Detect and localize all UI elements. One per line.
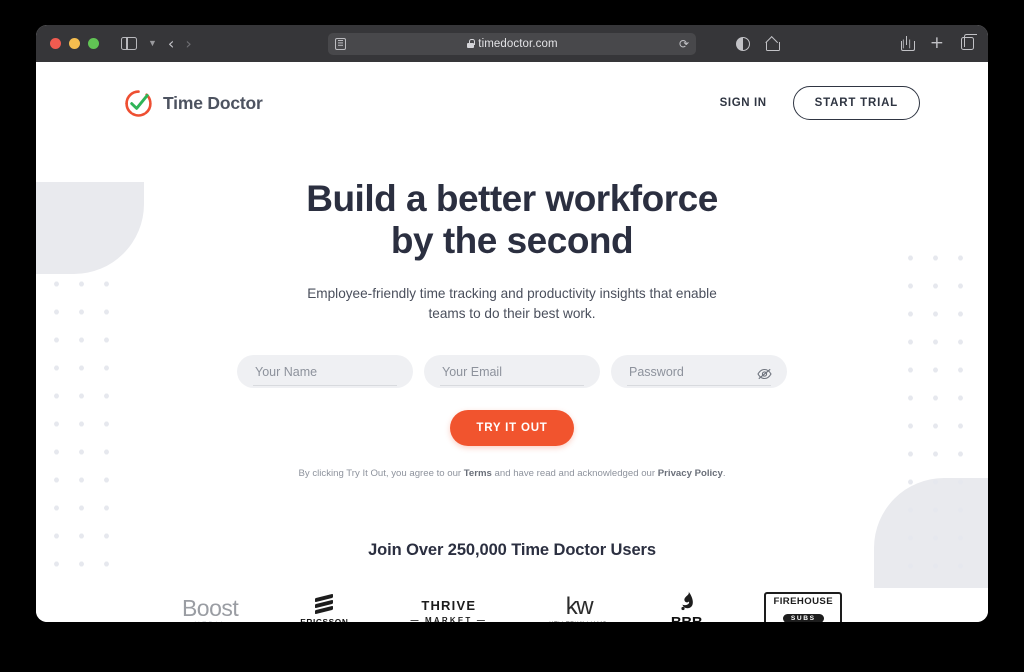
sidebar-toggle-icon[interactable] [121,36,137,51]
firehouse-badge: FIREHOUSE SUBS [764,592,843,622]
toolbar-right-actions: + [900,34,978,52]
password-field-wrapper [611,355,787,389]
page-title: Build a better workforce by the second [36,178,988,262]
social-proof-section: Join Over 250,000 Time Doctor Users Boos… [36,541,988,622]
name-input[interactable] [237,355,413,389]
address-bar[interactable]: timedoctor.com ⟳ [328,32,696,55]
new-tab-icon[interactable]: + [930,35,944,52]
bbb-wordmark: BBB [671,614,703,622]
headline-line-2: by the second [390,219,634,261]
firehouse-subtext: SUBS [782,614,824,622]
contrast-icon[interactable] [736,36,750,51]
boost-wordmark: Boost [181,594,239,621]
client-logo-ericsson: ERICSSON [300,588,348,622]
ericsson-wordmark: ERICSSON [300,616,349,622]
site-logo[interactable]: Time Doctor [124,89,263,118]
page-content: Time Doctor SIGN IN START TRIAL Build a … [36,62,988,622]
thrive-subtext: — MARKET — [410,615,488,622]
reader-view-icon[interactable] [335,37,346,50]
browser-window: ▼ ‹ › timedoctor.com ⟳ + Time Doctor SIG… [36,25,988,622]
back-button-icon[interactable]: ‹ [168,35,174,52]
client-logo-boost-media: Boost MEDIA [181,588,239,622]
toolbar-extras [736,36,780,51]
hero-section: Build a better workforce by the second E… [36,120,988,479]
header-actions: SIGN IN START TRIAL [720,86,920,120]
email-field-wrapper [424,355,600,389]
disclaimer-part-2: and have read and acknowledged our [491,468,658,480]
time-doctor-logo-icon [124,89,153,118]
bbb-torch-icon [678,591,695,613]
client-logo-bbb: BBB [671,588,703,622]
name-field-wrapper [237,355,413,389]
hero-subheading: Employee-friendly time tracking and prod… [36,284,988,325]
cta-wrapper: TRY IT OUT [36,410,988,447]
maximize-window-button[interactable] [88,38,99,49]
disclaimer-part-3: . [722,468,726,480]
kw-subtext-bold: KELLER [549,621,575,622]
window-controls [50,38,99,49]
site-logo-text: Time Doctor [163,92,263,113]
chevron-down-icon[interactable]: ▼ [148,39,157,48]
browser-toolbar: ▼ ‹ › timedoctor.com ⟳ + [36,25,988,62]
lock-icon [467,39,475,48]
subhead-line-1: Employee-friendly time tracking and prod… [307,285,717,301]
forward-button-icon[interactable]: › [185,35,191,52]
privacy-policy-link[interactable]: Privacy Policy [658,468,723,479]
client-logo-thrive-market: THRIVE — MARKET — [410,588,487,622]
minimize-window-button[interactable] [69,38,80,49]
home-icon[interactable] [765,37,780,51]
client-logo-keller-williams: kw KELLERWILLIAMS. [549,588,609,622]
kw-wordmark: kw [565,592,594,620]
sign-in-link[interactable]: SIGN IN [720,97,767,109]
kw-subtext: KELLERWILLIAMS. [549,621,609,622]
site-header: Time Doctor SIGN IN START TRIAL [36,62,988,120]
url-text: timedoctor.com [478,37,558,50]
thrive-wordmark: THRIVE [421,597,477,613]
firehouse-wordmark: FIREHOUSE [773,596,834,608]
subhead-line-2: teams to do their best work. [428,305,596,321]
signup-form [36,355,988,389]
social-proof-title: Join Over 250,000 Time Doctor Users [368,541,656,560]
close-window-button[interactable] [50,38,61,49]
client-logo-firehouse-subs: FIREHOUSE SUBS [764,588,843,622]
signup-disclaimer: By clicking Try It Out, you agree to our… [36,468,988,479]
navigation-controls: ▼ ‹ › [121,35,192,52]
client-logos-row: Boost MEDIA ERICSSON THRIVE — MARKET — k… [36,588,988,622]
kw-subtext-light: WILLIAMS. [575,621,609,622]
disclaimer-part-1: By clicking Try It Out, you agree to our [298,468,464,480]
share-icon[interactable] [900,36,915,51]
password-input[interactable] [611,355,787,389]
start-trial-button[interactable]: START TRIAL [792,86,920,120]
reload-icon[interactable]: ⟳ [679,37,689,51]
tabs-overview-icon[interactable] [961,34,978,50]
terms-link[interactable]: Terms [464,468,492,479]
try-it-out-button[interactable]: TRY IT OUT [450,410,574,447]
headline-line-1: Build a better workforce [306,178,718,219]
email-input[interactable] [424,355,600,389]
ericsson-mark-icon [315,593,334,615]
